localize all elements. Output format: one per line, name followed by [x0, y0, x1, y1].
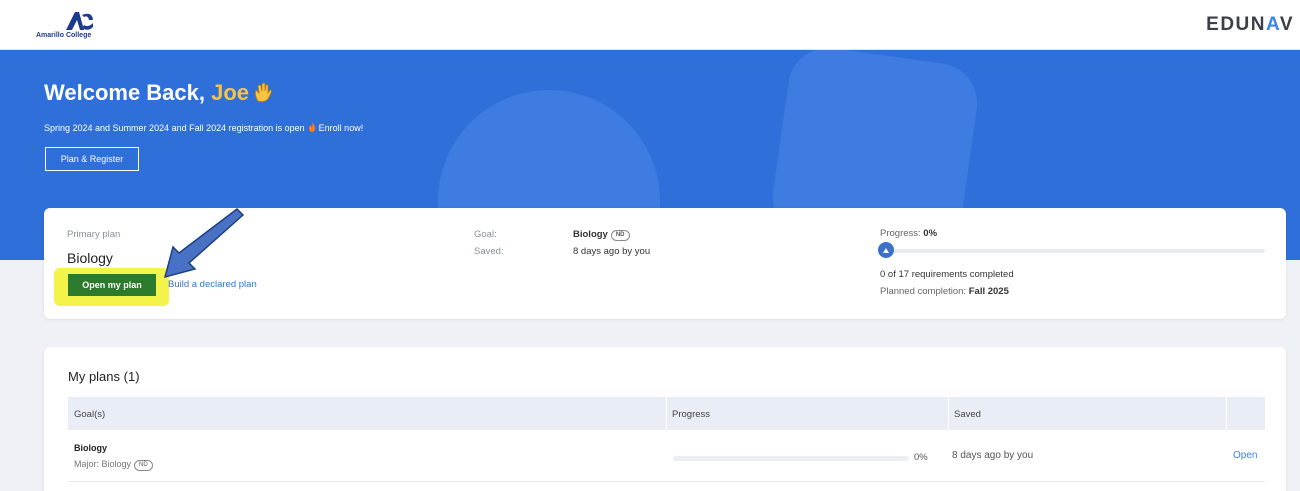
plan-register-button[interactable]: Plan & Register: [45, 147, 139, 171]
primary-plan-title: Biology: [67, 250, 113, 266]
plan-row-progress: 0%: [914, 452, 928, 463]
brand-logo: EDUNAV: [1206, 14, 1294, 36]
build-declared-plan-link[interactable]: Build a declared plan: [168, 279, 257, 290]
progress-bar: [880, 249, 1265, 253]
my-plans-title: My plans (1): [68, 369, 140, 384]
college-logo[interactable]: Amarillo College: [36, 10, 98, 40]
requirements-completed: 0 of 17 requirements completed: [880, 269, 1014, 280]
column-progress: Progress: [672, 409, 711, 420]
plan-row-progress-bar: [673, 456, 909, 461]
college-logo-mark-icon: [66, 12, 93, 30]
goal-value: Biology ND: [573, 229, 630, 241]
nd-badge: ND: [134, 460, 153, 471]
annotation-arrow-icon: [163, 208, 245, 279]
plan-row-major-text: Major: Biology: [74, 459, 132, 469]
college-logo-text: Amarillo College: [36, 32, 92, 39]
progress-label: Progress:: [880, 228, 921, 239]
saved-value: 8 days ago by you: [573, 246, 651, 257]
completion-label: Planned completion:: [880, 286, 967, 297]
brand-accent: A: [1266, 14, 1280, 35]
plan-row-open-link[interactable]: Open: [1233, 450, 1257, 461]
waving-hand-icon: [254, 82, 272, 103]
plan-row-saved: 8 days ago by you: [952, 450, 1034, 461]
welcome-greeting: Welcome Back,: [44, 80, 212, 105]
progress-value: 0%: [923, 228, 938, 239]
column-divider: [948, 397, 949, 430]
enroll-now-text: Enroll now!: [318, 123, 364, 133]
column-goals: Goal(s): [74, 409, 106, 420]
fire-icon: [308, 122, 315, 132]
column-divider: [1226, 397, 1227, 430]
column-divider: [666, 397, 667, 430]
planned-completion: Planned completion: Fall 2025: [880, 286, 1009, 297]
welcome-heading: Welcome Back, Joe: [44, 80, 274, 106]
announcement-text: Spring 2024 and Summer 2024 and Fall 202…: [44, 123, 305, 133]
plan-row-major: Major: Biology ND: [74, 459, 153, 471]
brand-suffix: V: [1279, 14, 1294, 35]
saved-label: Saved:: [474, 246, 504, 257]
column-saved: Saved: [954, 409, 981, 420]
user-name: Joe: [211, 80, 250, 105]
brand-prefix: EDUN: [1206, 14, 1266, 35]
nd-badge: ND: [610, 230, 630, 241]
progress-heading: Progress: 0%: [880, 228, 937, 239]
top-bar: Amarillo College EDUNAV: [0, 0, 1300, 50]
open-my-plan-button[interactable]: Open my plan: [68, 274, 156, 296]
my-plans-card: My plans (1) Goal(s) Progress Saved Biol…: [44, 347, 1286, 491]
goal-value-text: Biology: [573, 229, 608, 240]
row-divider: [68, 481, 1265, 482]
plan-row-goal: Biology: [74, 443, 107, 453]
registration-announcement: Spring 2024 and Summer 2024 and Fall 202…: [44, 122, 363, 133]
completion-value: Fall 2025: [968, 286, 1009, 297]
progress-marker-icon: [878, 242, 894, 258]
primary-plan-label: Primary plan: [67, 229, 121, 240]
goal-label: Goal:: [474, 229, 497, 240]
plans-table-header: Goal(s) Progress Saved: [68, 397, 1265, 430]
